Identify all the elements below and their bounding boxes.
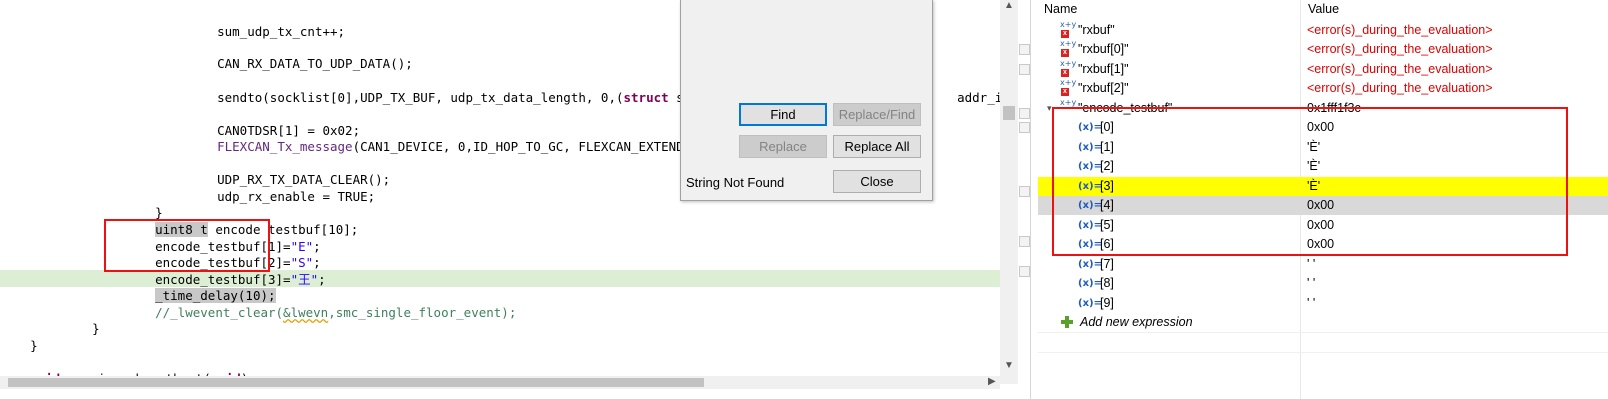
code-line: CAN_RX_DATA_TO_UDP_DATA(); <box>187 38 413 71</box>
code-line: //_lwevent_clear(&lwevn,smc_single_floor… <box>125 287 516 320</box>
code-text: udp_rx_enable = TRUE; <box>217 189 376 204</box>
expression-error-icon: x+y x <box>1060 39 1077 57</box>
add-expression-label[interactable]: Add new expression <box>1080 313 1193 332</box>
add-expression-icon[interactable] <box>1060 315 1074 329</box>
element-index: [9] <box>1100 296 1114 310</box>
code-comment: //_lwevent_clear( <box>155 305 284 320</box>
element-value: ' ' <box>1307 257 1316 271</box>
code-line: void smc_ican_heartbeat(void) <box>0 353 248 384</box>
scroll-up-icon[interactable]: ▲ <box>1002 0 1016 11</box>
expressions-panel: Name Value x+y x "rxbuf" <error(s)_during… <box>1038 0 1608 399</box>
code-text: } <box>92 321 100 336</box>
chevron-down-icon[interactable]: ▼ <box>1002 360 1016 371</box>
code-line: sendto(socklist[0],UDP_TX_BUF, udp_tx_da… <box>187 72 691 105</box>
row-divider <box>1038 332 1608 333</box>
replace-button[interactable]: Replace <box>739 135 827 158</box>
code-line: CAN0TDSR[1] = 0x02; <box>187 105 360 138</box>
expression-name: "rxbuf" <box>1078 23 1115 37</box>
overview-marker[interactable] <box>1019 64 1030 75</box>
row-divider <box>1038 352 1608 353</box>
code-line: } <box>0 320 38 353</box>
expression-name: "rxbuf[1]" <box>1078 62 1129 76</box>
expression-value: <error(s)_during_the_evaluation> <box>1307 23 1493 37</box>
scrollbar-thumb[interactable] <box>8 378 704 387</box>
expression-error-icon: x+y x <box>1060 78 1077 96</box>
variable-icon: (x)= <box>1078 298 1102 309</box>
expression-error-icon: x+y x <box>1060 59 1077 77</box>
code-text: addr_in)) <box>957 90 1000 105</box>
overview-marker[interactable] <box>1019 186 1030 197</box>
variable-icon: (x)= <box>1078 278 1102 289</box>
find-replace-dialog: Find Replace/Find Replace Replace All St… <box>680 0 933 201</box>
replace-find-button[interactable]: Replace/Find <box>833 103 921 126</box>
array-element-row[interactable]: (x)= [7] ' ' <box>1038 255 1608 274</box>
expression-error-icon: x+y x <box>1060 20 1077 38</box>
expression-row[interactable]: x+y x "rxbuf" <error(s)_during_the_evalua… <box>1038 20 1608 40</box>
code-text: CAN_RX_DATA_TO_UDP_DATA(); <box>217 56 413 71</box>
overview-marker[interactable] <box>1019 266 1030 277</box>
expression-name: "rxbuf[2]" <box>1078 81 1129 95</box>
array-element-row[interactable]: (x)= [8] ' ' <box>1038 274 1608 293</box>
expression-value: <error(s)_during_the_evaluation> <box>1307 81 1493 95</box>
element-index: [7] <box>1100 257 1114 271</box>
annotation-box <box>104 219 270 272</box>
find-button[interactable]: Find <box>739 103 827 126</box>
code-line: } <box>62 303 100 336</box>
code-line: sum_udp_tx_cnt++; <box>187 6 345 39</box>
close-button[interactable]: Close <box>833 170 921 193</box>
code-line: UDP_RX_TX_DATA_CLEAR(); <box>187 154 390 187</box>
code-line: FLEXCAN_Tx_message(CAN1_DEVICE, 0,ID_HOP… <box>187 121 691 154</box>
code-text: sendto(socklist[0],UDP_TX_BUF, udp_tx_da… <box>217 90 624 105</box>
add-expression-row[interactable]: Add new expression <box>1038 313 1608 332</box>
overview-marker[interactable] <box>1019 122 1030 133</box>
array-element-row[interactable]: (x)= [9] ' ' <box>1038 294 1608 313</box>
expression-row[interactable]: x+y x "rxbuf[2]" <error(s)_during_the_eva… <box>1038 78 1608 98</box>
scrollbar-thumb[interactable] <box>1003 106 1015 120</box>
expression-row[interactable]: x+y x "rxbuf[1]" <error(s)_during_the_eva… <box>1038 59 1608 79</box>
expression-row[interactable]: x+y x "rxbuf[0]" <error(s)_during_the_eva… <box>1038 39 1608 59</box>
expand-arrow-icon[interactable]: ▾ <box>1047 99 1052 118</box>
variable-icon: (x)= <box>1078 259 1102 270</box>
expression-value: <error(s)_during_the_evaluation> <box>1307 62 1493 76</box>
column-header-value[interactable]: Value <box>1308 0 1339 19</box>
code-text: (CAN1_DEVICE, 0,ID_HOP_TO_GC, FLEXCAN_EX… <box>352 139 692 154</box>
overview-marker[interactable] <box>1019 44 1030 55</box>
code-string: "王" <box>290 272 319 287</box>
element-value: ' ' <box>1307 296 1316 310</box>
code-line: } <box>125 187 163 220</box>
column-header-name[interactable]: Name <box>1044 0 1077 19</box>
code-function: FLEXCAN_Tx_message <box>217 139 353 154</box>
find-status-text: String Not Found <box>686 175 785 190</box>
code-text: } <box>30 338 38 353</box>
element-index: [8] <box>1100 276 1114 290</box>
expression-value: <error(s)_during_the_evaluation> <box>1307 42 1493 56</box>
code-comment: &lwevn <box>283 305 329 320</box>
code-comment: ,smc_single_floor_event); <box>328 305 517 320</box>
editor-horizontal-scrollbar[interactable]: ▶ <box>0 376 1000 389</box>
expression-name: "rxbuf[0]" <box>1078 42 1129 56</box>
code-text: ; <box>318 272 326 287</box>
chevron-right-icon[interactable]: ▶ <box>988 376 996 387</box>
code-line: udp_rx_enable = TRUE; <box>187 171 375 204</box>
annotation-box <box>1052 107 1568 256</box>
overview-marker[interactable] <box>1019 236 1030 247</box>
replace-all-button[interactable]: Replace All <box>833 135 921 158</box>
editor-vertical-scrollbar[interactable]: ▲ ▼ <box>1000 0 1018 384</box>
overview-marker[interactable] <box>1019 108 1030 119</box>
code-keyword: struct <box>623 90 669 105</box>
code-line: _time_delay(10); <box>125 270 276 303</box>
element-value: ' ' <box>1307 276 1316 290</box>
code-line: addr_in)) <box>927 72 1000 105</box>
code-text: sum_udp_tx_cnt++; <box>217 24 346 39</box>
